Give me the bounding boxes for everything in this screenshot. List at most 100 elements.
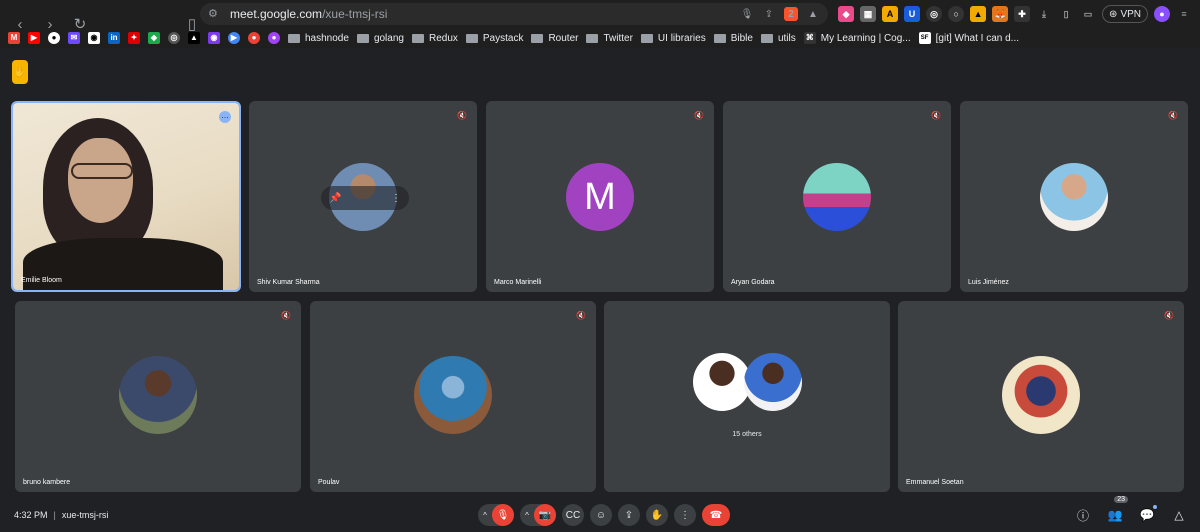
participant-name: Aryan Godara [731,279,775,286]
bookmark-violet-icon[interactable]: ● [268,32,280,44]
extension-ring-icon[interactable]: ○ [948,6,965,22]
youtube-icon[interactable]: ▶ [28,32,40,44]
share-icon[interactable]: ⇪ [762,7,776,21]
extension-icon[interactable]: ◆ [838,6,855,22]
chevron-up-icon[interactable]: ^ [478,511,492,520]
url-text[interactable]: meet.google.com/xue-tmsj-rsi [230,7,740,21]
meeting-controls-bar: 4:32 PM | xue-tmsj-rsi ^ 🎙 ^ 📷 CC ☺ ⇪ ✋ … [0,496,1200,532]
folder-icon [288,33,300,43]
cognitive-class-icon: ⌘ [803,32,816,44]
address-bar[interactable]: ⚙ meet.google.com/xue-tmsj-rsi 🎙 ⇪ 2 ▲ [200,3,828,25]
participant-tile[interactable]: 🔇 M Marco Marinelli [486,101,714,292]
bitwarden-icon[interactable]: U [904,6,921,22]
more-options-button[interactable]: ⋮ [674,504,696,526]
more-options-icon[interactable]: ⋮ [391,193,401,204]
others-count-label: 15 others [732,431,762,438]
vpn-button[interactable]: ⊛ VPN [1102,5,1148,23]
bookmark-reddit-icon[interactable]: ● [248,32,260,44]
bookmark-folder[interactable]: utils [760,33,796,44]
bookmark-vercel-icon[interactable]: ▲ [188,32,200,44]
leave-call-button[interactable]: ☎ [702,504,730,526]
avatar [119,356,197,434]
participant-tile[interactable]: 🔇 📌 ⋮ Shiv Kumar Sharma [249,101,477,292]
participant-tile[interactable]: 🔇 Poulav [310,301,596,492]
extension-circle-icon[interactable]: ◎ [926,6,943,22]
participant-name: Luis Jiménez [968,279,1009,286]
bookmark-folder[interactable]: hashnode [288,33,349,44]
camera-control: ^ 📷 [520,504,556,526]
participant-name: bruno kambere [23,479,71,486]
extension-shield-icon[interactable]: ▲ [970,6,987,22]
metamask-icon[interactable]: 🦊 [992,6,1009,22]
bookmark-folder[interactable]: UI libraries [640,33,706,44]
emoji-reaction-button[interactable]: ☺ [590,504,612,526]
folder-icon [586,33,599,43]
extensions-puzzle-icon[interactable]: ✚ [1014,6,1031,22]
participant-tile[interactable]: 🔇 Luis Jiménez [960,101,1188,292]
bookmark-red-icon[interactable]: ✦ [128,32,140,44]
participant-tile[interactable]: 🔇 bruno kambere [15,301,301,492]
more-options-icon[interactable]: … [219,111,231,123]
mic-off-button[interactable]: 🎙 [492,504,514,526]
bookmark-label: Redux [428,32,458,44]
bookmark-link[interactable]: SF [git] What I can d... [918,32,1019,44]
present-screen-button[interactable]: ⇪ [618,504,640,526]
bookmark-blue-icon[interactable]: ▶ [228,32,240,44]
mic-off-icon: 🔇 [1168,111,1178,120]
pin-icon[interactable]: 📌 [329,193,341,204]
proton-icon[interactable]: ✉ [68,32,80,44]
mic-off-icon: 🔇 [694,111,704,120]
raise-hand-button[interactable]: ✋ [646,504,668,526]
avatar [414,356,492,434]
mic-off-icon: 🔇 [457,111,467,120]
folder-icon [760,33,773,43]
participant-tile[interactable]: 🔇 Emmanuel Soetan [898,301,1184,492]
participant-tile[interactable]: … Emilie Bloom [11,101,241,292]
linkedin-icon[interactable]: in [108,32,120,44]
participant-tile[interactable]: 🔇 Aryan Godara [723,101,951,292]
bookmark-folder[interactable]: Redux [411,32,458,44]
download-icon[interactable]: ⤓ [1036,6,1052,22]
sidebar-icon[interactable]: ▯ [1058,6,1074,22]
extension-a-icon[interactable]: A [882,6,899,22]
mic-off-icon: 🔇 [1164,311,1174,320]
wallet-icon[interactable]: ▭ [1080,6,1096,22]
activities-button[interactable]: △ [1168,504,1190,526]
menu-icon[interactable]: ≡ [1176,6,1192,22]
bookmark-folder[interactable]: Bible [713,33,753,44]
bookmark-folder[interactable]: Paystack [465,33,523,44]
bookmark-folder[interactable]: Router [531,33,578,44]
participant-name: Emilie Bloom [21,277,62,284]
captions-button[interactable]: CC [562,504,584,526]
extensions-bar: ◆ ▦ A U ◎ ○ ▲ 🦊 ✚ ⤓ ▯ ▭ ⊛ VPN ● ≡ [838,4,1192,24]
profile-avatar[interactable]: ● [1154,6,1170,22]
participant-name: Poulav [318,479,340,486]
avatar [803,163,871,231]
raised-hand-icon[interactable]: ✋ [12,60,28,84]
bookmark-link[interactable]: ⌘ My Learning | Cog... [803,32,911,44]
brave-rewards-icon[interactable]: ▲ [806,7,820,21]
bookmark-folder[interactable]: Twitter [586,33,633,44]
folder-icon [356,33,369,43]
bookmark-label: Router [548,32,579,44]
avatar [693,353,751,411]
mic-indicator-icon[interactable]: 🎙 [740,7,754,21]
bookmarks-bar: M ▶ ● ✉ ◉ in ✦ ◆ ◎ ▲ ◉ ▶ ● ● hashnode go… [0,28,1200,48]
bookmark-folder[interactable]: golang [356,32,404,44]
bookmark-green-icon[interactable]: ◆ [148,32,160,44]
bookmark-openai-icon[interactable]: ◎ [168,32,180,44]
bookmark-app-icon[interactable]: ◉ [88,32,100,44]
chevron-up-icon[interactable]: ^ [520,511,534,520]
brave-shields-icon[interactable]: 2 [784,7,798,21]
chat-button[interactable]: 💬 [1136,504,1158,526]
camera-off-button[interactable]: 📷 [534,504,556,526]
meeting-details-button[interactable]: ⓘ [1072,504,1094,526]
grammarly-icon[interactable]: ▦ [860,6,877,22]
bookmark-purple-icon[interactable]: ◉ [208,32,220,44]
site-settings-icon[interactable]: ⚙ [208,7,222,21]
people-button[interactable]: 👥 23 [1104,496,1128,526]
gmail-icon[interactable]: M [8,32,20,44]
github-icon[interactable]: ● [48,32,60,44]
bookmark-label: golang [373,32,404,44]
participant-group-tile[interactable]: 15 others [604,301,890,492]
